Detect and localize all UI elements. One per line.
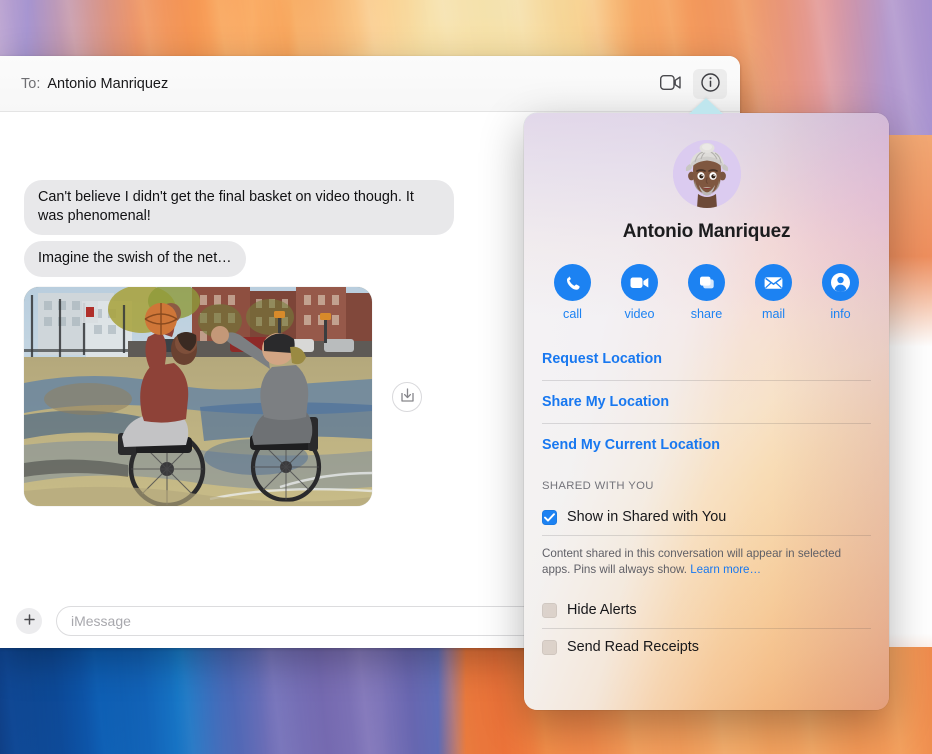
show-in-shared-with-you-label: Show in Shared with You: [567, 509, 727, 525]
shared-with-you-heading: SHARED WITH YOU: [542, 480, 654, 492]
checkbox-unchecked-icon[interactable]: [542, 602, 557, 618]
action-video-label: video: [624, 307, 655, 321]
envelope-icon: [755, 264, 792, 301]
recipient-field[interactable]: To: Antonio Manriquez: [0, 76, 168, 92]
shared-with-you-note: Content shared in this conversation will…: [542, 536, 871, 592]
popover-content: Antonio Manriquez call video share mail …: [524, 113, 889, 665]
plus-icon: [23, 613, 36, 629]
action-mail-label: mail: [761, 307, 786, 321]
save-attachment-button[interactable]: [392, 381, 422, 412]
popover-arrow: [689, 98, 723, 114]
learn-more-link[interactable]: Learn more…: [690, 563, 761, 576]
hide-alerts-row[interactable]: Hide Alerts: [542, 592, 871, 628]
message-input-placeholder: iMessage: [71, 613, 131, 629]
action-share[interactable]: share: [688, 264, 725, 321]
info-button[interactable]: [693, 68, 727, 99]
info-circle-icon: [700, 72, 720, 95]
send-current-location-link[interactable]: Send My Current Location: [542, 424, 871, 466]
quick-actions: call video share mail info: [542, 243, 871, 321]
avatar-container: [542, 113, 871, 208]
photo-attachment[interactable]: [24, 287, 372, 507]
recipient-name: Antonio Manriquez: [47, 75, 169, 92]
download-tray-icon: [400, 387, 415, 406]
video-camera-icon: [621, 264, 658, 301]
add-attachment-button[interactable]: [16, 608, 42, 634]
action-call[interactable]: call: [554, 264, 591, 321]
send-read-receipts-label: Send Read Receipts: [567, 639, 699, 656]
show-in-shared-with-you-row[interactable]: Show in Shared with You: [542, 499, 871, 535]
checkbox-unchecked-icon[interactable]: [542, 639, 557, 655]
hide-alerts-label: Hide Alerts: [567, 602, 637, 619]
to-label: To:: [21, 75, 41, 92]
contact-info-popover: Antonio Manriquez call video share mail …: [524, 113, 889, 710]
send-read-receipts-row[interactable]: Send Read Receipts: [542, 629, 871, 665]
desktop-wallpaper: To: Antonio Manriquez Can't believe I di…: [0, 0, 932, 754]
action-info-label: info: [830, 307, 851, 321]
phone-icon: [554, 264, 591, 301]
action-call-label: call: [563, 307, 582, 321]
contact-name: Antonio Manriquez: [622, 221, 791, 242]
checkbox-checked-icon[interactable]: [542, 509, 557, 525]
memoji-avatar[interactable]: [672, 140, 741, 208]
action-mail[interactable]: mail: [755, 264, 792, 321]
share-my-location-link[interactable]: Share My Location: [542, 381, 871, 423]
request-location-link[interactable]: Request Location: [542, 338, 871, 380]
titlebar-actions: [653, 68, 727, 99]
actions-spacer: [542, 321, 871, 338]
person-circle-icon: [822, 264, 859, 301]
facetime-button[interactable]: [653, 69, 687, 99]
video-camera-icon: [659, 74, 681, 93]
action-info[interactable]: info: [822, 264, 859, 321]
message-bubble-received[interactable]: Imagine the swish of the net…: [24, 241, 246, 278]
message-bubble-received[interactable]: Can't believe I didn't get the final bas…: [24, 180, 454, 236]
window-titlebar: To: Antonio Manriquez: [0, 56, 740, 112]
share-windows-icon: [688, 264, 725, 301]
action-video[interactable]: video: [621, 264, 658, 321]
action-share-label: share: [690, 307, 723, 321]
